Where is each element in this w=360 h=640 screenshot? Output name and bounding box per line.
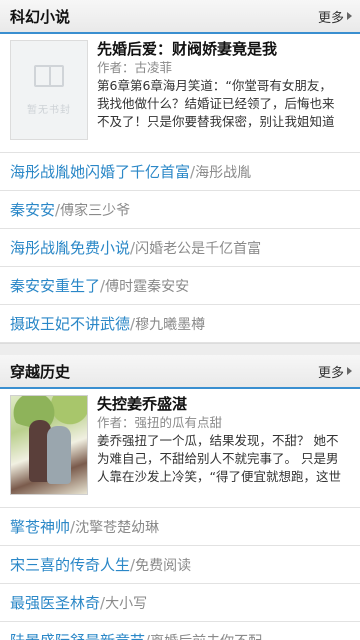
book-title-link[interactable]: 秦安安	[10, 199, 55, 220]
book-cover-placeholder[interactable]: 暂无书封	[10, 40, 88, 140]
book-subtitle: 傅家三少爷	[60, 202, 131, 219]
featured-book-author: 作者：古凌菲	[97, 60, 173, 75]
list-item[interactable]: 擎苍神帅 / 沈擎苍楚幼琳	[0, 508, 360, 546]
section-title: 穿越历史	[10, 362, 71, 381]
book-subtitle: 免费阅读	[135, 557, 192, 574]
featured-book-desc-line: 姜乔强扭了一个瓜，结果发现，不甜？ 她不	[97, 433, 339, 448]
cover-figure	[47, 426, 71, 484]
section-scifi: 科幻小说 更多 暂无书封 先婚后爱：财阀娇妻竟是我 作者：古凌菲 第6章第6章海…	[0, 0, 360, 343]
book-title-link[interactable]: 海彤战胤免费小说	[10, 237, 130, 258]
book-title-link[interactable]: 最强医圣林奇	[10, 592, 100, 613]
more-link[interactable]: 更多	[318, 362, 352, 381]
section-header: 科幻小说 更多	[0, 0, 360, 34]
more-label: 更多	[317, 10, 344, 26]
list-item[interactable]: 摄政王妃不讲武德 / 穆九曦墨樽	[0, 305, 360, 343]
featured-book-desc-line: 人靠在沙发上冷笑，“得了便宜就想跑，这世	[97, 469, 341, 484]
section-divider	[0, 343, 360, 355]
featured-book-desc-line: 我找他做什么？结婚证已经领了，后悔也来	[97, 96, 335, 111]
list-item[interactable]: 宋三喜的传奇人生 / 免费阅读	[0, 546, 360, 584]
featured-book-desc-line: 第6章第6章海月笑道：“你堂哥有女朋友，	[97, 78, 332, 93]
featured-book-info: 先婚后爱：财阀娇妻竟是我 作者：古凌菲 第6章第6章海月笑道：“你堂哥有女朋友，…	[97, 40, 360, 148]
arrow-right-icon	[347, 367, 352, 375]
featured-book-title[interactable]: 失控姜乔盛湛	[97, 395, 360, 414]
list-item[interactable]: 秦安安 / 傅家三少爷	[0, 191, 360, 229]
book-subtitle: 沈擎苍楚幼琳	[75, 519, 160, 536]
list-item[interactable]: 秦安安重生了 / 傅时霆秦安安	[0, 267, 360, 305]
book-list: 擎苍神帅/沈擎苍楚幼琳 宋三喜的传奇人生/免费阅读 最强医圣林奇/大小写 陆景盛…	[0, 507, 360, 640]
featured-book-title[interactable]: 先婚后爱：财阀娇妻竟是我	[97, 40, 360, 59]
no-cover-text: 暂无书封	[27, 104, 71, 116]
book-icon	[34, 64, 64, 87]
featured-book-desc-line: 不及了！只是你要替我保密，别让我姐知道	[97, 114, 335, 129]
book-title-link[interactable]: 摄政王妃不讲武德	[10, 313, 130, 334]
featured-book-author: 作者：强扭的瓜有点甜	[97, 415, 223, 430]
featured-book-info: 失控姜乔盛湛 作者：强扭的瓜有点甜 姜乔强扭了一个瓜，结果发现，不甜？ 她不 为…	[97, 395, 360, 503]
featured-book[interactable]: 失控姜乔盛湛 作者：强扭的瓜有点甜 姜乔强扭了一个瓜，结果发现，不甜？ 她不 为…	[0, 389, 360, 507]
book-subtitle: 傅时霆秦安安	[105, 278, 190, 295]
featured-book-desc-line: 为难自己，不甜给别人不就完事了。 只是男	[97, 451, 339, 466]
book-list: 海彤战胤她闪婚了千亿首富 / 海彤战胤 秦安安 / 傅家三少爷 海彤战胤免费小说 / 闪婚老…	[0, 152, 360, 343]
book-subtitle: 闪婚老公是千亿首富	[135, 240, 262, 257]
arrow-right-icon	[347, 12, 352, 20]
book-title-link[interactable]: 海彤战胤她闪婚了千亿首富	[10, 161, 190, 182]
book-cover-image[interactable]	[10, 395, 88, 495]
more-link[interactable]: 更多	[318, 7, 352, 26]
book-title-link[interactable]: 陆景盛阮舒最新章节	[10, 630, 145, 640]
book-title-link[interactable]: 秦安安重生了	[10, 275, 100, 296]
book-subtitle: 大小写	[105, 595, 148, 612]
section-history: 穿越历史 更多 失控姜乔盛湛 作者：强扭的瓜有点甜 姜乔强扭了一个瓜，结果发现，…	[0, 355, 360, 640]
book-subtitle: 穆九曦墨樽	[135, 316, 206, 333]
book-title-link[interactable]: 宋三喜的传奇人生	[10, 554, 130, 575]
book-subtitle: 海彤战胤	[195, 164, 252, 181]
section-title: 科幻小说	[10, 7, 71, 26]
book-title-link[interactable]: 擎苍神帅	[10, 516, 70, 537]
section-header: 穿越历史 更多	[0, 355, 360, 389]
more-label: 更多	[317, 365, 344, 381]
list-item[interactable]: 最强医圣林奇 / 大小写	[0, 584, 360, 622]
featured-book[interactable]: 暂无书封 先婚后爱：财阀娇妻竟是我 作者：古凌菲 第6章第6章海月笑道：“你堂哥…	[0, 34, 360, 152]
list-item[interactable]: 海彤战胤她闪婚了千亿首富 / 海彤战胤	[0, 153, 360, 191]
list-item[interactable]: 陆景盛阮舒最新章节/离婚后前夫你不配	[0, 622, 360, 640]
list-item[interactable]: 海彤战胤免费小说 / 闪婚老公是千亿首富	[0, 229, 360, 267]
book-subtitle: 离婚后前夫你不配	[150, 631, 262, 640]
